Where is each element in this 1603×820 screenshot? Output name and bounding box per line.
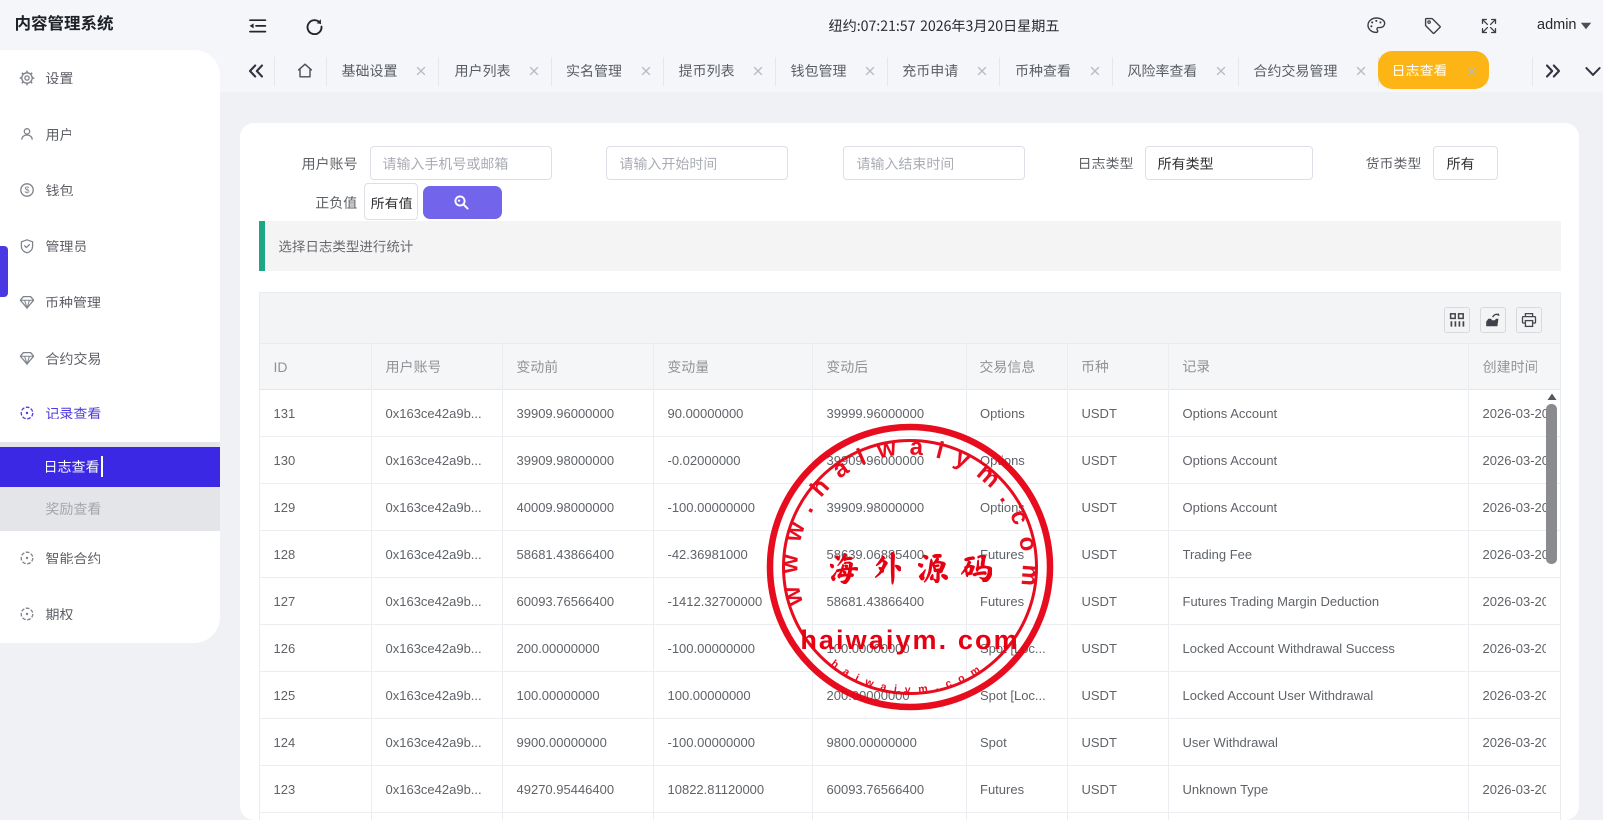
svg-text:m: m [1015,564,1043,587]
svg-text:h: h [829,658,841,671]
svg-text:a: a [909,433,924,461]
svg-text:w: w [874,434,899,464]
svg-text:m: m [918,683,929,696]
svg-text:y: y [905,684,911,696]
svg-text:a: a [827,454,854,484]
svg-text:i: i [933,437,946,465]
svg-text:w: w [776,554,804,575]
svg-text:w: w [778,583,809,609]
svg-text:$: $ [24,185,29,195]
svg-text:o: o [1013,534,1042,554]
svg-text:w: w [779,519,811,546]
